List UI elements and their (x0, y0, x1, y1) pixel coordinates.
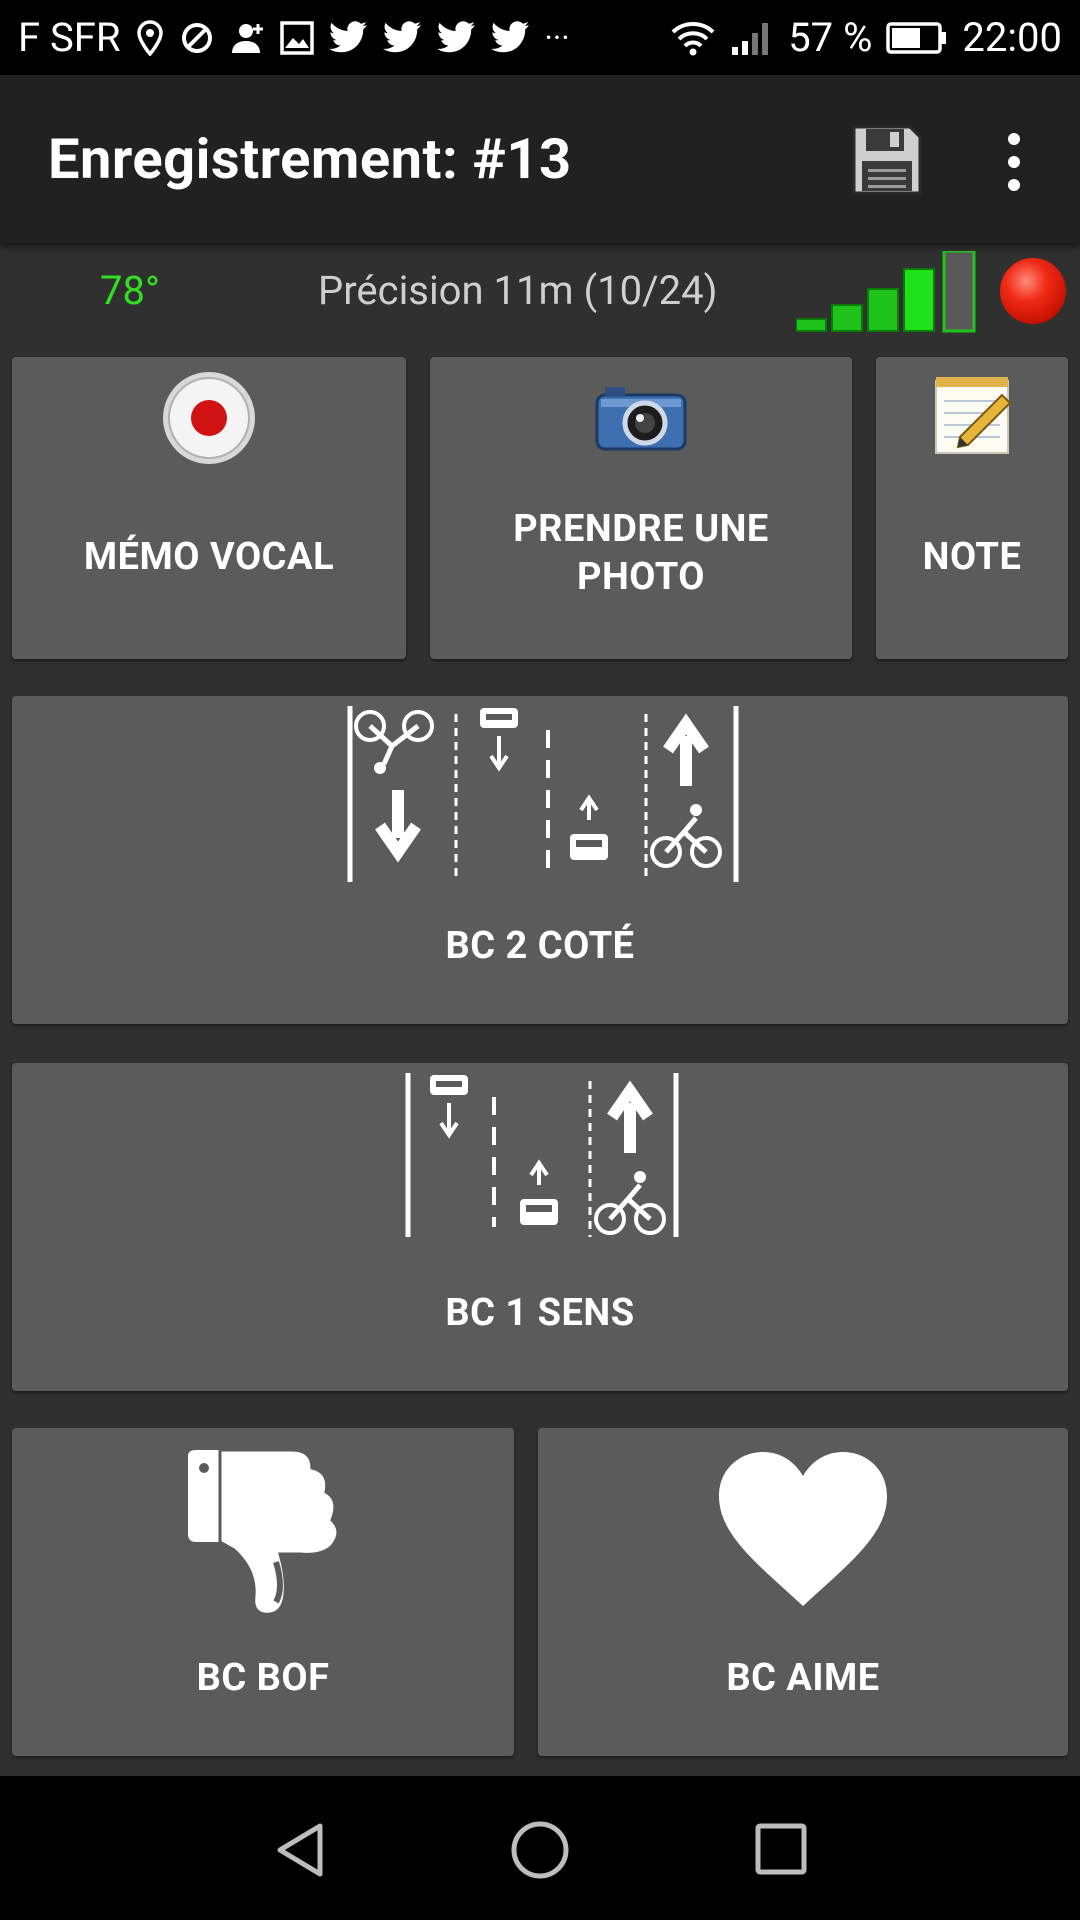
navigation-bar (0, 1776, 1080, 1920)
memo-vocal-label: MÉMO VOCAL (83, 535, 335, 579)
bike-lane-two-way-icon (347, 706, 739, 882)
carrier-label: F SFR (18, 14, 121, 61)
bike-lane-one-way-icon (405, 1073, 679, 1237)
status-bar: F SFR ··· 57 % 22:00 (0, 0, 1080, 75)
bc-bof-label: BC BOF (196, 1656, 330, 1700)
twitter-icon (382, 20, 423, 55)
thumbs-down-icon (188, 1448, 340, 1616)
location-icon (135, 19, 165, 56)
app-bar: Enregistrement: #13 (0, 75, 1080, 243)
bc-aime-button[interactable]: BC AIME (538, 1428, 1068, 1756)
save-button[interactable] (850, 123, 924, 197)
bc-2-cote-label: BC 2 COTÉ (445, 924, 635, 968)
save-icon (852, 125, 922, 195)
gps-angle: 78° (100, 267, 160, 314)
gallery-icon (279, 20, 315, 56)
memo-vocal-button[interactable]: MÉMO VOCAL (12, 357, 406, 659)
gps-status-bar: 78° Précision 11m (10/24) (0, 243, 1080, 343)
recording-indicator (1000, 258, 1066, 324)
bc-aime-label: BC AIME (726, 1656, 880, 1700)
camera-icon (595, 387, 687, 451)
photo-label-line2: PHOTO (576, 555, 706, 599)
home-icon[interactable] (510, 1820, 570, 1880)
heart-icon (719, 1452, 887, 1606)
recents-icon[interactable] (754, 1822, 808, 1876)
clock: 22:00 (962, 14, 1062, 61)
photo-label-line1: PRENDRE UNE (513, 507, 769, 551)
twitter-icon (490, 20, 531, 55)
contact-add-icon (229, 20, 265, 56)
app-icon (179, 20, 215, 56)
more-notifications-icon: ··· (544, 18, 570, 57)
gps-precision: Précision 11m (10/24) (318, 267, 718, 314)
photo-button[interactable]: PRENDRE UNE PHOTO (430, 357, 852, 659)
battery-percent: 57 % (788, 14, 873, 61)
bc-1-sens-button[interactable]: BC 1 SENS (12, 1063, 1068, 1391)
wifi-icon (670, 20, 716, 56)
page-title: Enregistrement: #13 (48, 126, 572, 192)
back-icon[interactable] (272, 1820, 328, 1880)
bc-2-cote-button[interactable]: BC 2 COTÉ (12, 696, 1068, 1024)
more-vert-button[interactable] (996, 127, 1032, 197)
record-icon (163, 372, 255, 464)
bc-1-sens-label: BC 1 SENS (445, 1291, 635, 1335)
notepad-icon (935, 377, 1012, 454)
cell-signal-icon (730, 19, 774, 57)
more-vert-icon (1008, 133, 1020, 191)
bc-bof-button[interactable]: BC BOF (12, 1428, 514, 1756)
twitter-icon (436, 20, 477, 55)
twitter-icon (328, 20, 369, 55)
note-button[interactable]: NOTE (876, 357, 1068, 659)
note-label: NOTE (922, 535, 1022, 579)
gps-signal-icon (796, 251, 976, 333)
battery-icon (886, 21, 948, 55)
